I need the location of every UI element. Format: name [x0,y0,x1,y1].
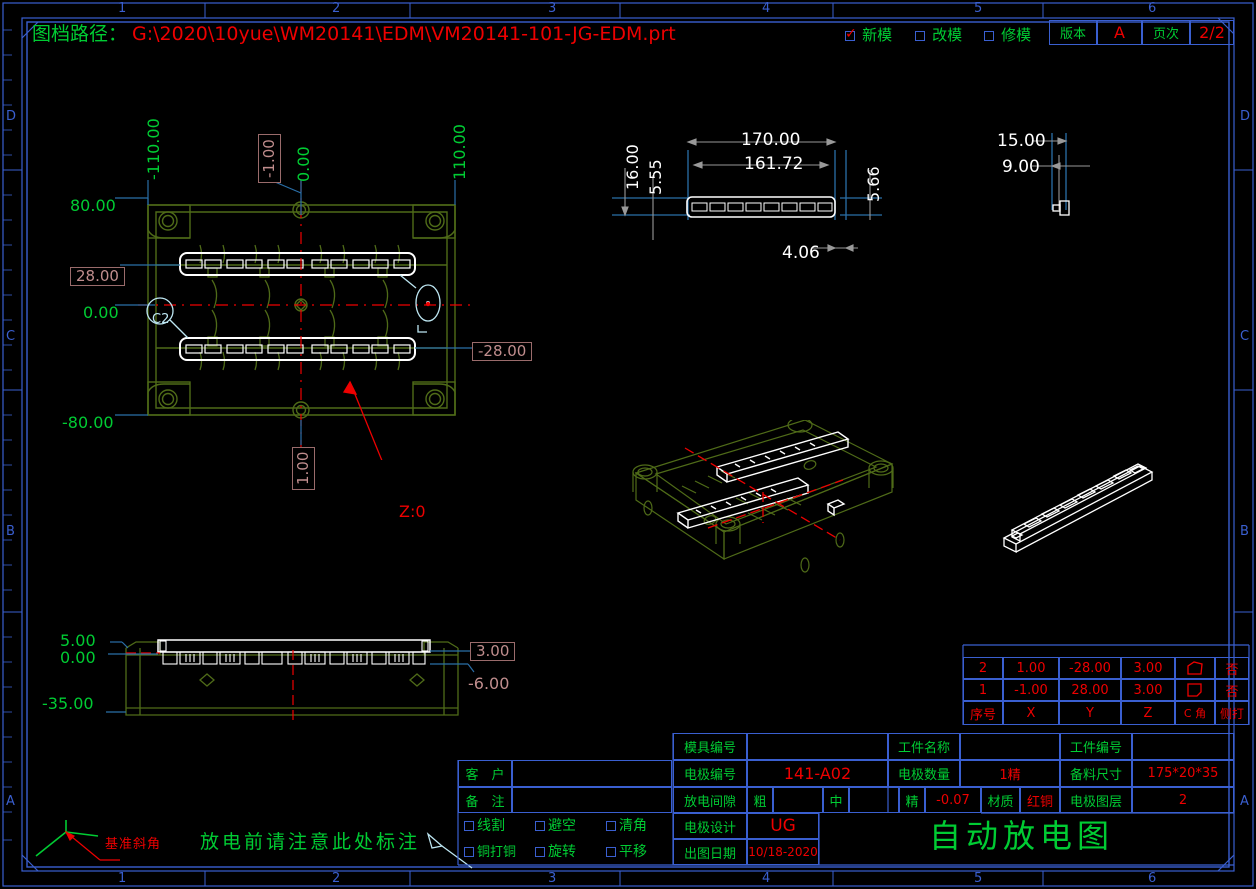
cad-drawing-canvas: 1 2 3 4 5 6 1 2 3 4 5 6 D C B A D C B A … [0,0,1256,889]
title-block-borders [457,644,1250,866]
